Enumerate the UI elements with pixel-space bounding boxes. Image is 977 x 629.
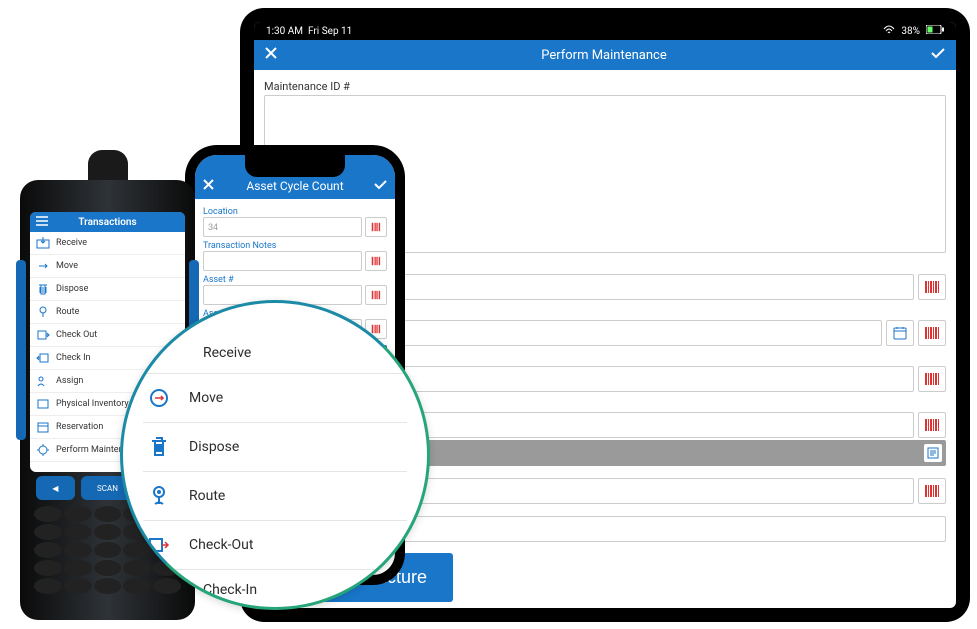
keypad-key[interactable]: [34, 578, 62, 594]
scanner-title: Transactions: [78, 217, 136, 228]
zoom-item-receive[interactable]: Receive: [143, 333, 407, 374]
tx-label: Reservation: [56, 422, 103, 432]
barcode-icon[interactable]: [918, 478, 946, 504]
tx-item-route[interactable]: Route: [30, 301, 185, 324]
wifi-icon: [883, 25, 895, 38]
battery-icon: [926, 25, 944, 37]
keypad-key[interactable]: [94, 560, 122, 576]
tx-label: Physical Inventory: [56, 399, 129, 409]
zoom-item-move[interactable]: Move: [143, 374, 407, 423]
barcode-icon[interactable]: [365, 217, 387, 237]
scan-left-button[interactable]: ◀: [36, 476, 75, 500]
note-icon[interactable]: [924, 444, 942, 462]
maint-id-label: Maintenance ID #: [264, 80, 946, 93]
barcode-icon[interactable]: [365, 285, 387, 305]
hamburger-icon[interactable]: [36, 216, 48, 229]
check-icon[interactable]: [374, 179, 387, 193]
trash-icon: [147, 435, 171, 459]
keypad-key[interactable]: [123, 542, 151, 558]
phone-title: Asset Cycle Count: [246, 179, 343, 193]
tx-label: Check Out: [56, 330, 97, 340]
tx-label: Receive: [56, 238, 87, 248]
barcode-icon[interactable]: [918, 366, 946, 392]
phone-notch: [245, 155, 345, 177]
zoom-item-route[interactable]: Route: [143, 472, 407, 521]
zoom-circle: Receive Move Dispose Route Check-Out Che…: [120, 300, 430, 610]
keypad-key[interactable]: [94, 524, 122, 540]
tx-notes-input[interactable]: [203, 251, 362, 271]
zoom-label: Receive: [203, 345, 251, 361]
barcode-icon[interactable]: [918, 412, 946, 438]
tx-item-receive[interactable]: Receive: [30, 232, 185, 255]
keypad-key[interactable]: [94, 506, 122, 522]
barcode-icon[interactable]: [918, 274, 946, 300]
zoom-label: Route: [189, 488, 225, 504]
keypad-key[interactable]: [64, 524, 92, 540]
location-input[interactable]: [203, 217, 362, 237]
page-title: Perform Maintenance: [278, 48, 930, 63]
tx-label: Dispose: [56, 284, 88, 294]
pin-icon: [147, 484, 171, 508]
move-icon: [147, 386, 171, 410]
zoom-label: Dispose: [189, 439, 239, 455]
tx-label: Check In: [56, 353, 91, 363]
keypad-key[interactable]: [34, 542, 62, 558]
battery-pct: 38%: [901, 26, 920, 37]
keypad-key[interactable]: [34, 560, 62, 576]
zoom-label: Check-In: [203, 582, 257, 598]
zoom-label: Check-Out: [189, 537, 253, 553]
barcode-icon[interactable]: [365, 251, 387, 271]
zoom-label: Move: [189, 390, 223, 406]
tx-notes-label: Transaction Notes: [203, 241, 387, 251]
keypad-key[interactable]: [34, 506, 62, 522]
scanner-side-button: [16, 260, 26, 440]
tx-label: Route: [56, 307, 79, 317]
tx-label: Assign: [56, 376, 83, 386]
zoom-list: Receive Move Dispose Route Check-Out Che…: [123, 303, 427, 610]
tx-item-move[interactable]: Move: [30, 255, 185, 278]
check-icon[interactable]: [930, 46, 946, 64]
close-icon[interactable]: [203, 179, 214, 193]
keypad-key[interactable]: [153, 578, 181, 594]
keypad-key[interactable]: [64, 560, 92, 576]
zoom-item-dispose[interactable]: Dispose: [143, 423, 407, 472]
keypad-key[interactable]: [64, 506, 92, 522]
keypad-key[interactable]: [123, 560, 151, 576]
keypad-key[interactable]: [34, 524, 62, 540]
barcode-icon[interactable]: [918, 320, 946, 346]
keypad-key[interactable]: [64, 542, 92, 558]
keypad-key[interactable]: [94, 542, 122, 558]
zoom-item-checkout[interactable]: Check-Out: [143, 521, 407, 570]
keypad-key[interactable]: [94, 578, 122, 594]
asset-num-label: Asset #: [203, 275, 387, 285]
status-date: Fri Sep 11: [308, 26, 352, 37]
tx-label: Move: [56, 261, 78, 271]
tx-item-dispose[interactable]: Dispose: [30, 278, 185, 301]
close-icon[interactable]: [264, 46, 278, 64]
location-label: Location: [203, 207, 387, 217]
scanner-header: Transactions: [30, 212, 185, 232]
keypad-key[interactable]: [123, 578, 151, 594]
tablet-header: Perform Maintenance: [254, 40, 956, 70]
tablet-status-bar: 1:30 AM Fri Sep 11 38%: [254, 22, 956, 40]
keypad-key[interactable]: [64, 578, 92, 594]
tx-item-checkout[interactable]: Check Out: [30, 324, 185, 347]
status-time: 1:30 AM: [266, 26, 303, 37]
calendar-icon[interactable]: [886, 320, 914, 346]
